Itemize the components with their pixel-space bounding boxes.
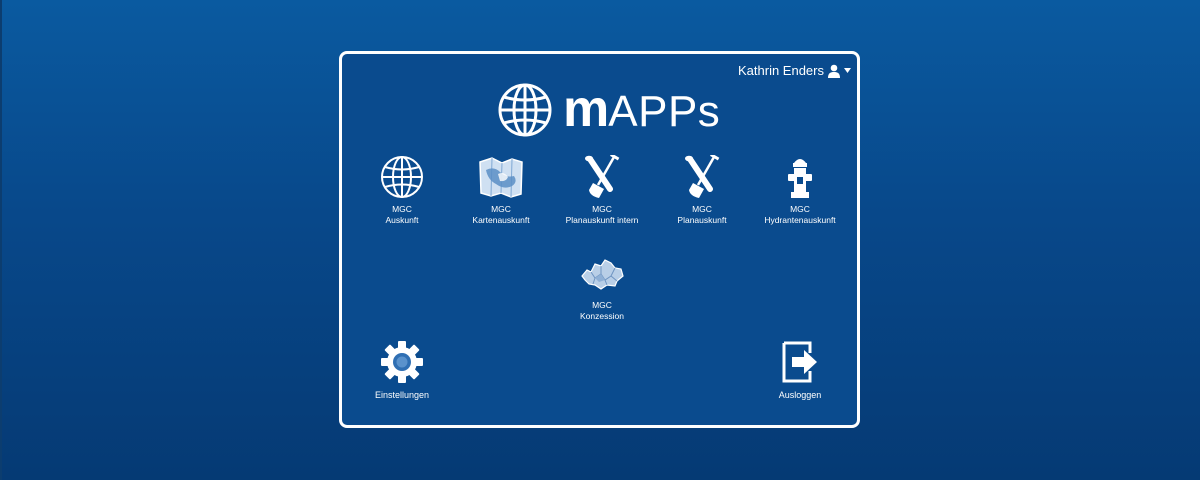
region-map-icon — [581, 259, 624, 290]
shovel-pipe-icon — [685, 155, 720, 198]
caret-down-icon — [844, 68, 851, 73]
window-edge — [0, 0, 2, 480]
globe-icon — [498, 83, 552, 137]
app-tile-label: MGC Konzession — [580, 300, 624, 321]
mapps-logo: mAPPs — [497, 82, 720, 138]
user-icon — [828, 64, 840, 78]
app-tile-label: MGC Kartenauskunft — [472, 204, 530, 225]
logout-label: Ausloggen — [778, 390, 822, 400]
shovel-pipe-icon — [585, 155, 620, 198]
logout-button[interactable]: Ausloggen — [745, 340, 855, 400]
user-name: Kathrin Enders — [738, 63, 824, 78]
gear-icon — [381, 341, 423, 383]
logo-text-bold: m — [563, 79, 609, 138]
settings-button[interactable]: Einstellungen — [347, 340, 457, 400]
settings-label: Einstellungen — [374, 390, 430, 400]
logo-text: mAPPs — [563, 83, 721, 136]
app-tile-hydrantenauskunft[interactable]: MGC Hydrantenauskunft — [745, 154, 855, 226]
app-tile-planauskunft[interactable]: MGC Planauskunft — [647, 154, 757, 226]
globe-icon — [381, 156, 423, 198]
app-tile-label: MGC Hydrantenauskunft — [764, 204, 836, 225]
app-tile-planauskunft-intern[interactable]: MGC Planauskunft intern — [547, 154, 657, 226]
logout-icon — [782, 341, 817, 383]
app-tile-konzession[interactable]: MGC Konzession — [547, 250, 657, 322]
app-tile-auskunft[interactable]: MGC Auskunft — [347, 154, 457, 226]
app-launcher-panel: Kathrin Enders mAPPs MGC Auskunft MGC Ka… — [339, 51, 860, 428]
app-tile-label: MGC Planauskunft intern — [565, 204, 639, 225]
hydrant-icon — [788, 159, 812, 198]
user-menu[interactable]: Kathrin Enders — [738, 63, 851, 78]
app-tile-kartenauskunft[interactable]: MGC Kartenauskunft — [446, 154, 556, 226]
logo-text-rest: APPs — [608, 86, 721, 136]
map-icon — [479, 157, 523, 198]
app-tile-label: MGC Auskunft — [385, 204, 419, 225]
app-tile-label: MGC Planauskunft — [677, 204, 727, 225]
